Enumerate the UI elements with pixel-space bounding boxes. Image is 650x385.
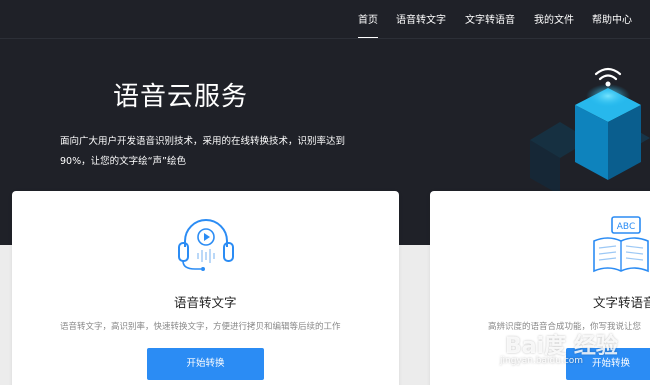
headset-icon xyxy=(178,219,234,271)
hero-description: 面向广大用户开发语音识别技术，采用的在线转换技术，识别率达到90%，让您的文字绘… xyxy=(60,136,346,167)
cloud-cube-illustration xyxy=(530,67,650,195)
speech-to-text-card: 语音转文字 语音转文字，高识别率，快速转换文字，方便进行拷贝和编辑等后续的工作 … xyxy=(12,191,399,385)
svg-text:ABC: ABC xyxy=(617,222,635,232)
nav-divider xyxy=(0,38,650,39)
nav-item-help-center[interactable]: 帮助中心 xyxy=(592,11,632,26)
nav-item-my-files[interactable]: 我的文件 xyxy=(534,11,574,26)
watermark-url: jingyan.baidu.com xyxy=(500,356,584,366)
hero-title: 语音云服务 xyxy=(113,82,249,112)
nav-item-text-to-speech[interactable]: 文字转语音 xyxy=(465,11,515,26)
card-title: 语音转文字 xyxy=(174,295,237,310)
card-description: 语音转文字，高识别率，快速转换文字，方便进行拷贝和编辑等后续的工作 xyxy=(60,322,341,332)
start-convert-button[interactable]: 开始转换 xyxy=(147,348,264,380)
top-nav: 首页 语音转文字 文字转语音 我的文件 帮助中心 xyxy=(0,0,650,39)
card-title: 文字转语音 xyxy=(593,295,650,310)
nav-item-home[interactable]: 首页 xyxy=(358,11,378,26)
nav-item-speech-to-text[interactable]: 语音转文字 xyxy=(396,11,446,26)
abc-book-icon: ABC xyxy=(593,216,649,273)
